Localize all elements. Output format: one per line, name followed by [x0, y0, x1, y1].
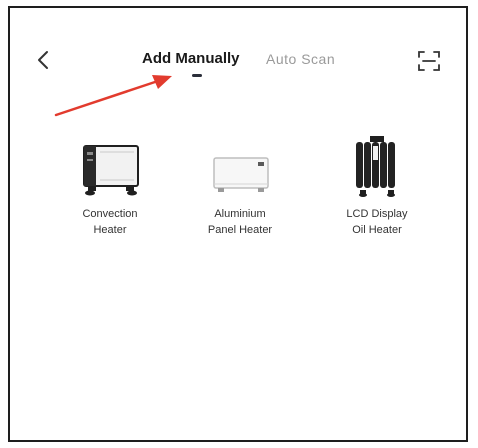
app-screen: Add Manually Auto Scan Convection Heater…	[8, 6, 468, 442]
device-label: LCD Display Oil Heater	[322, 206, 432, 238]
oil-heater-image	[322, 136, 432, 198]
panel-heater-image	[185, 136, 295, 198]
scan-frame-icon	[418, 51, 440, 71]
device-aluminium-panel-heater[interactable]: Aluminium Panel Heater	[185, 136, 295, 238]
annotation-arrow	[54, 75, 172, 117]
tab-auto-scan[interactable]: Auto Scan	[266, 51, 335, 67]
convection-heater-image	[55, 136, 165, 198]
device-label: Aluminium Panel Heater	[185, 206, 295, 238]
active-tab-indicator	[192, 74, 202, 77]
device-label-line1: LCD Display	[346, 208, 408, 220]
device-label-line2: Heater	[93, 224, 127, 236]
device-label: Convection Heater	[55, 206, 165, 238]
device-convection-heater[interactable]: Convection Heater	[55, 136, 165, 238]
device-lcd-oil-heater[interactable]: LCD Display Oil Heater	[322, 136, 432, 238]
device-label-line1: Convection	[82, 208, 138, 220]
device-label-line2: Panel Heater	[207, 224, 273, 236]
device-label-line2: Oil Heater	[352, 224, 402, 236]
device-label-line1: Aluminium	[214, 208, 266, 220]
scan-button[interactable]	[416, 48, 442, 74]
